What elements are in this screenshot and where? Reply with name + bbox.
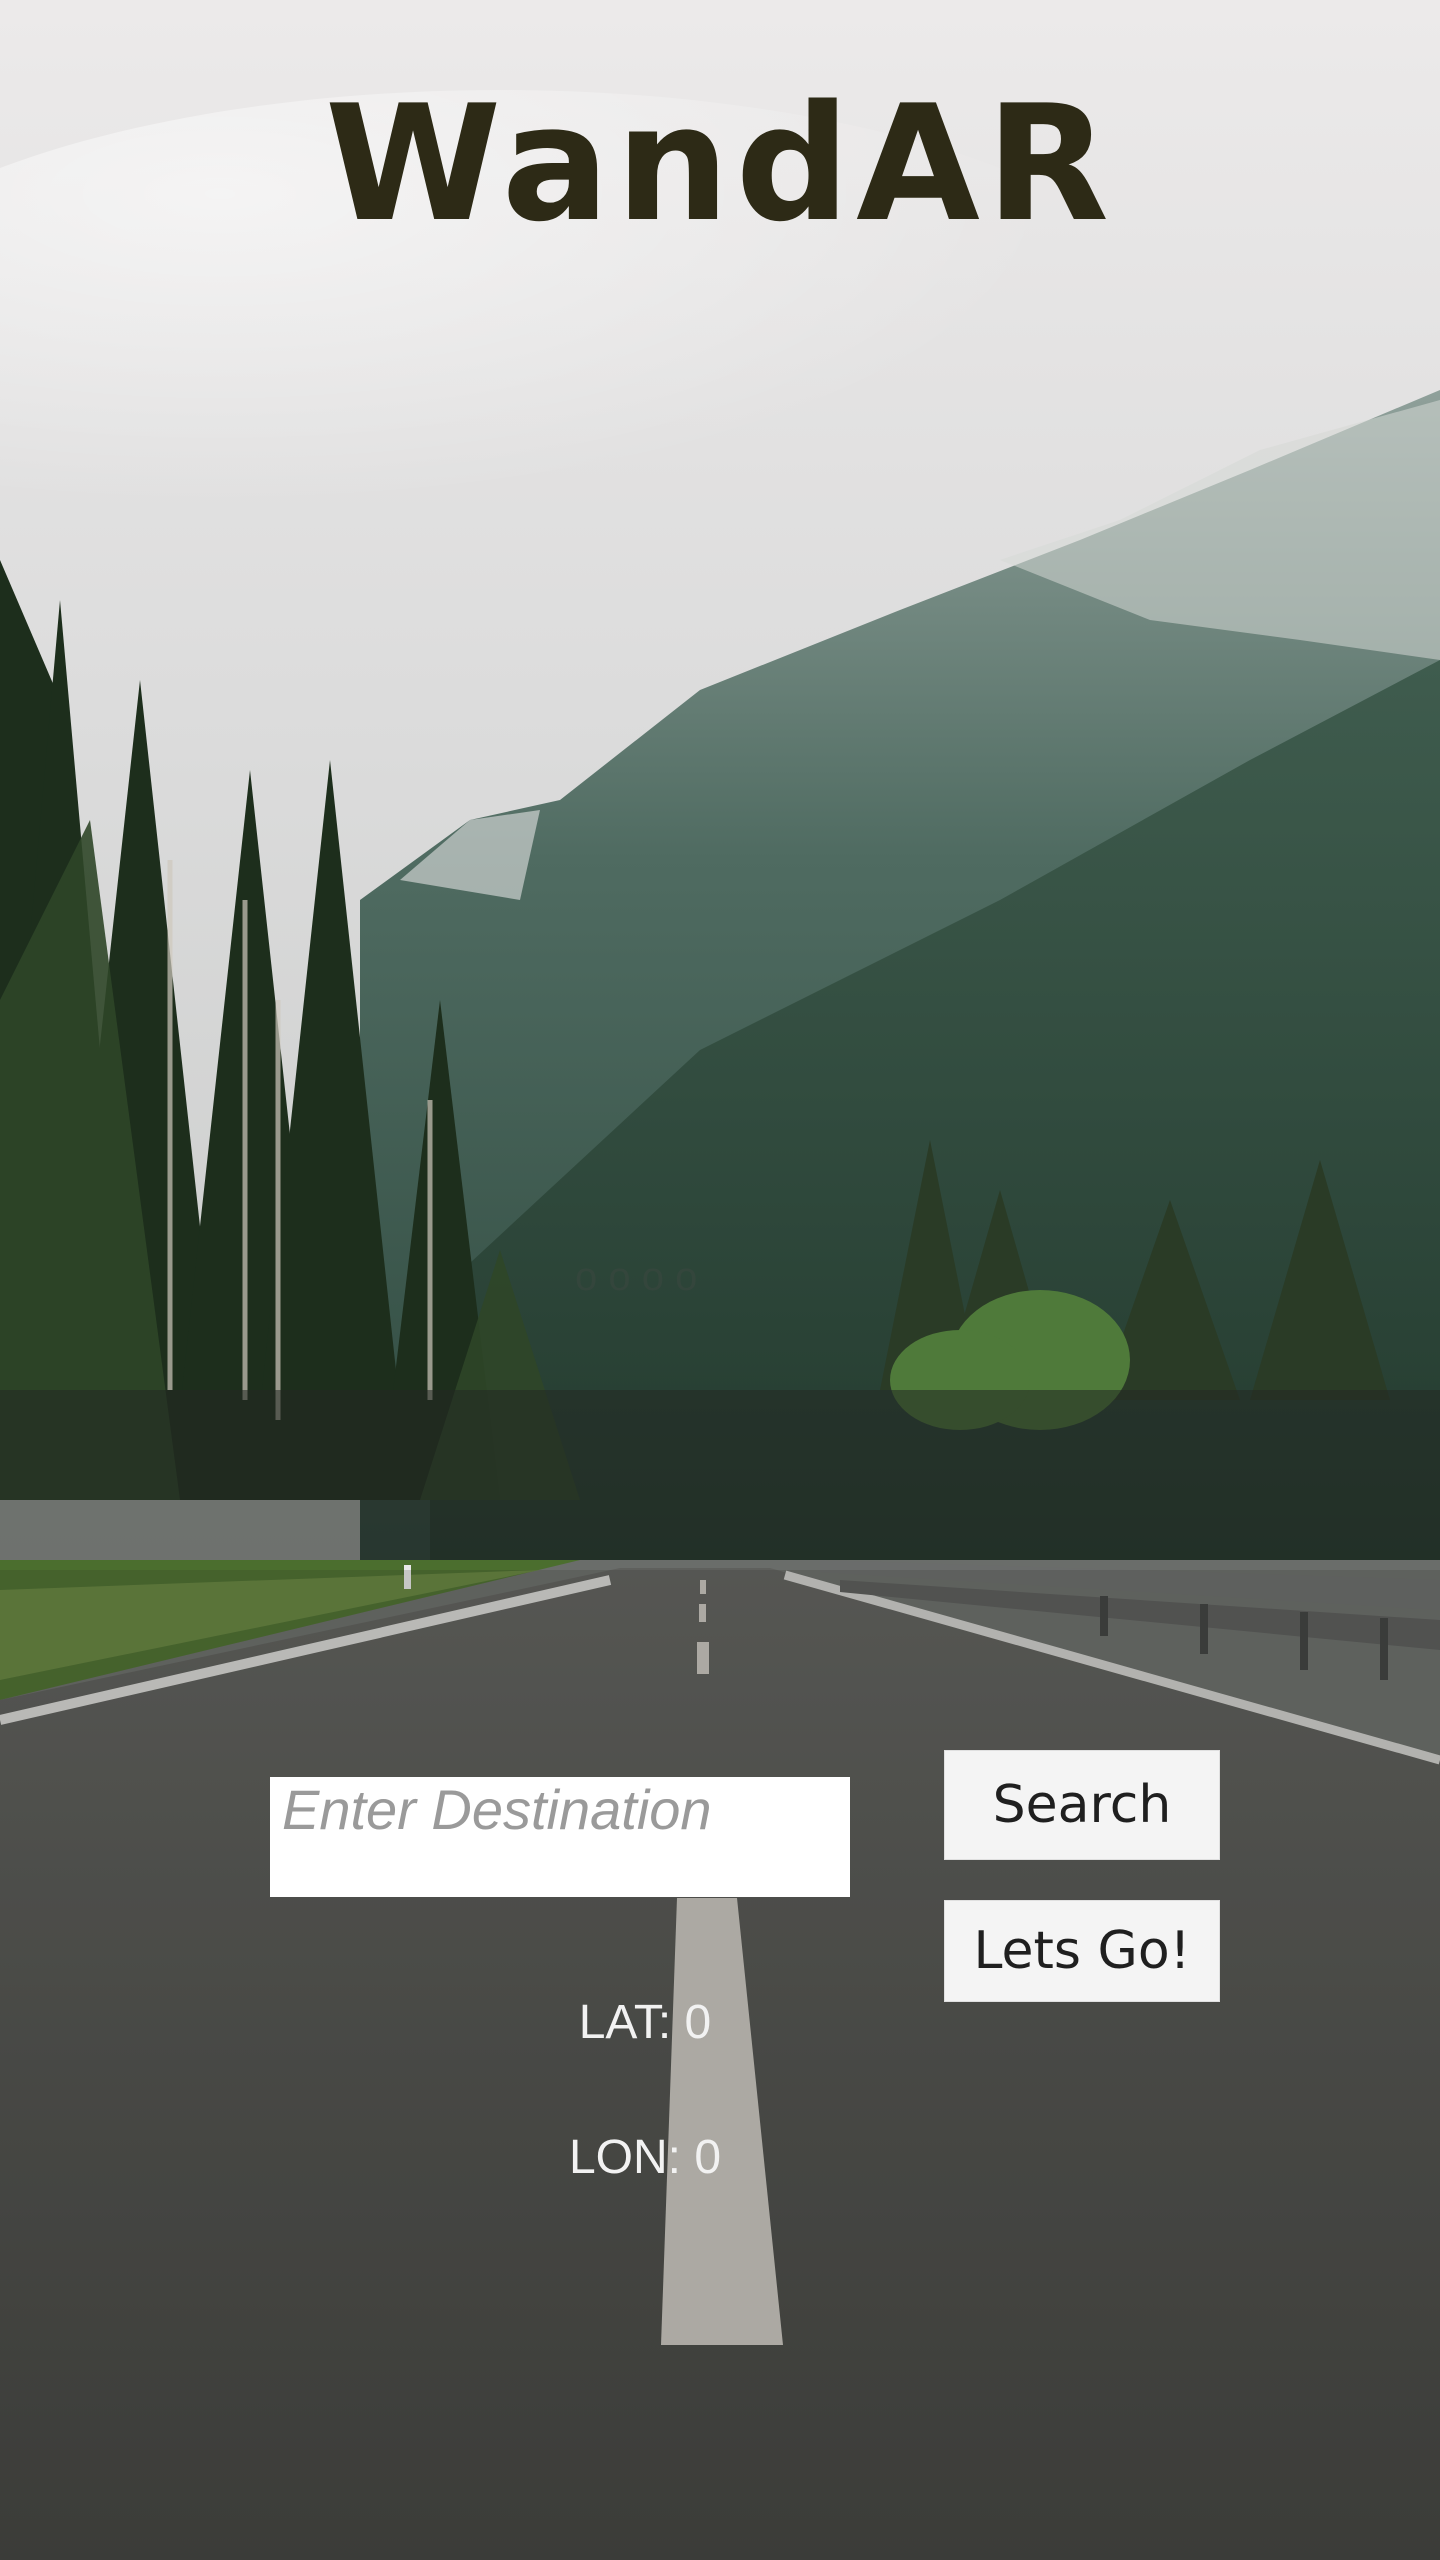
latitude-readout: LAT: 0 — [578, 1996, 712, 2049]
faint-background-text: o o o o — [575, 1255, 698, 1299]
longitude-readout: LON: 0 — [568, 2131, 722, 2184]
destination-input[interactable] — [270, 1777, 850, 1897]
lets-go-button[interactable]: Lets Go! — [944, 1900, 1220, 2002]
search-button[interactable]: Search — [944, 1750, 1220, 1860]
app-title: WandAR — [324, 70, 1116, 257]
